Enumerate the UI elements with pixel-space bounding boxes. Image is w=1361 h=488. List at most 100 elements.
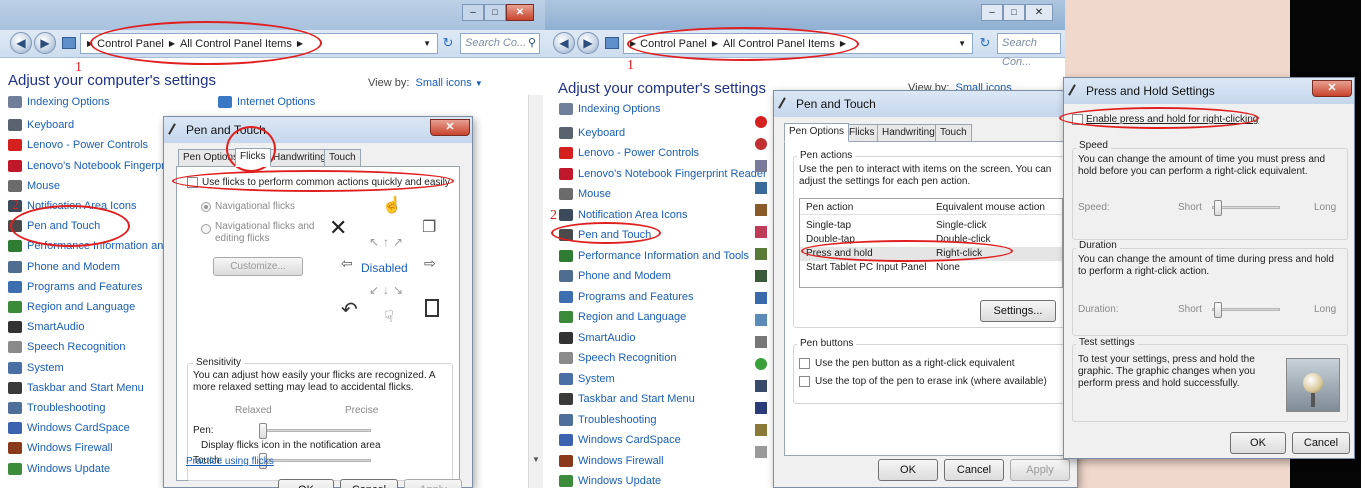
cp-item-programs[interactable]: Programs and Features — [8, 278, 143, 296]
table-row[interactable]: Start Tablet PC Input Panel None — [800, 261, 1062, 275]
close-button[interactable]: ✕ — [1312, 80, 1352, 97]
cp-item-update[interactable]: Windows Update — [559, 472, 661, 488]
cp-item-audio[interactable]: SmartAudio — [559, 329, 635, 347]
tab-handwriting[interactable]: Handwriting — [268, 149, 331, 167]
col-pen-action[interactable]: Pen action — [806, 201, 853, 215]
tab-flicks[interactable]: Flicks — [235, 148, 271, 167]
nav-edit-flicks-radio[interactable] — [201, 224, 211, 234]
cp-item-indexing[interactable]: Indexing Options — [8, 96, 110, 108]
refresh-icon[interactable]: ↻ — [440, 35, 456, 51]
maximize-button[interactable]: □ — [1003, 4, 1025, 21]
cp-item-region[interactable]: Region and Language — [559, 308, 686, 326]
close-button[interactable]: ✕ — [506, 4, 534, 21]
search-input[interactable]: Search Con... — [997, 33, 1061, 68]
cancel-button[interactable]: Cancel — [1292, 432, 1350, 454]
cp-item-audio[interactable]: SmartAudio — [8, 318, 84, 336]
cp-item-firewall[interactable]: Windows Firewall — [559, 452, 664, 470]
duration-slider-thumb[interactable] — [1214, 302, 1222, 318]
cp-item-indexing[interactable]: Indexing Options — [559, 103, 661, 115]
cp-item-region[interactable]: Region and Language — [8, 298, 135, 316]
left-scrollbar[interactable]: ▼ — [528, 95, 543, 488]
dialog-title: Press and Hold Settings — [1064, 78, 1354, 104]
pen-erase-checkbox[interactable] — [799, 376, 810, 387]
dropdown-arrow-icon[interactable]: ▼ — [958, 39, 966, 48]
cp-item-lenovo-power[interactable]: Lenovo - Power Controls — [559, 144, 699, 162]
tab-touch[interactable]: Touch — [935, 124, 972, 142]
back-icon[interactable]: ◀ — [553, 32, 575, 54]
cp-item-cardspace[interactable]: Windows CardSpace — [559, 431, 681, 449]
cp-item-keyboard[interactable]: Keyboard — [559, 124, 625, 142]
touch-sensitivity-slider[interactable] — [259, 459, 371, 462]
cp-item-cardspace[interactable]: Windows CardSpace — [8, 419, 130, 437]
cp-item-system[interactable]: System — [8, 359, 64, 377]
tab-pen-options[interactable]: Pen Options — [784, 123, 850, 142]
close-button[interactable]: ✕ — [1025, 4, 1053, 21]
cancel-button[interactable]: Cancel — [340, 479, 398, 488]
cp-item-lenovo-power[interactable]: Lenovo - Power Controls — [8, 136, 148, 154]
cp-item-taskbar[interactable]: Taskbar and Start Menu — [559, 390, 695, 408]
cp-item-programs[interactable]: Programs and Features — [559, 288, 694, 306]
tab-touch[interactable]: Touch — [324, 149, 361, 167]
taskbar-icon — [559, 393, 573, 405]
forward-icon[interactable]: ▶ — [577, 32, 599, 54]
customize-button[interactable]: Customize... — [213, 257, 303, 276]
cp-item-update[interactable]: Windows Update — [8, 460, 110, 478]
cp-item-performance[interactable]: Performance Information and Tools — [559, 247, 749, 265]
nav-flicks-radio[interactable] — [201, 202, 211, 212]
view-by[interactable]: View by: Small icons ▼ — [368, 77, 483, 89]
close-button[interactable]: ✕ — [430, 119, 470, 136]
forward-icon[interactable]: ▶ — [34, 32, 56, 54]
tab-flicks[interactable]: Flicks — [844, 124, 880, 142]
speed-slider[interactable] — [1212, 206, 1280, 209]
cp-item-speech[interactable]: Speech Recognition — [8, 338, 125, 356]
back-icon[interactable]: ◀ — [10, 32, 32, 54]
cp-item-system[interactable]: System — [559, 370, 615, 388]
cp-item-label: Windows Update — [27, 462, 111, 475]
ok-button[interactable]: OK — [278, 479, 334, 488]
dropdown-arrow-icon[interactable]: ▼ — [423, 39, 431, 48]
practice-flicks-link[interactable]: Practice using flicks — [186, 456, 274, 468]
cp-item-fingerprint[interactable]: Lenovo's Notebook Fingerprint — [8, 157, 176, 175]
scroll-down-icon[interactable]: ▼ — [532, 455, 540, 464]
cp-item-phone[interactable]: Phone and Modem — [8, 258, 120, 276]
ok-button[interactable]: OK — [878, 459, 938, 481]
tab-handwriting[interactable]: Handwriting — [877, 124, 940, 142]
duration-slider[interactable] — [1212, 308, 1280, 311]
test-graphic[interactable] — [1286, 358, 1340, 412]
cp-item-phone[interactable]: Phone and Modem — [559, 267, 671, 285]
cp-item-keyboard[interactable]: Keyboard — [8, 116, 74, 134]
cp-item-troubleshoot[interactable]: Troubleshooting — [8, 399, 105, 417]
cp-item-label: Phone and Modem — [27, 260, 120, 273]
apply-button[interactable]: Apply — [1010, 459, 1070, 481]
cp-item-mouse[interactable]: Mouse — [559, 185, 611, 203]
minimize-button[interactable]: – — [981, 4, 1003, 21]
pen-button-right-click-checkbox[interactable] — [799, 358, 810, 369]
ok-button[interactable]: OK — [1230, 432, 1286, 454]
cp-item-speech[interactable]: Speech Recognition — [559, 349, 676, 367]
settings-button[interactable]: Settings... — [980, 300, 1056, 322]
page-heading: Adjust your computer's settings — [8, 72, 216, 89]
table-row[interactable]: Single-tap Single-click — [800, 219, 1062, 233]
search-input[interactable]: Search Co... ⚲ — [460, 33, 540, 54]
cp-item-label: Troubleshooting — [27, 402, 106, 414]
cp-item-label: Indexing Options — [27, 96, 110, 108]
col-equivalent[interactable]: Equivalent mouse action — [936, 201, 1045, 215]
pen-sensitivity-slider[interactable] — [259, 429, 371, 432]
indexing-icon — [8, 96, 22, 108]
pen-slider-thumb[interactable] — [259, 423, 267, 439]
cp-item-mouse[interactable]: Mouse — [8, 177, 60, 195]
speed-slider-thumb[interactable] — [1214, 200, 1222, 216]
cp-item-firewall[interactable]: Windows Firewall — [8, 439, 113, 457]
cp-item-taskbar[interactable]: Taskbar and Start Menu — [8, 379, 144, 397]
apply-button[interactable]: Apply — [404, 479, 462, 488]
update-icon — [559, 475, 573, 487]
precise-label: Precise — [345, 405, 379, 416]
minimize-button[interactable]: – — [462, 4, 484, 21]
cp-item-fingerprint[interactable]: Lenovo's Notebook Fingerprint Reader — [559, 165, 767, 183]
cp-item-troubleshoot[interactable]: Troubleshooting — [559, 411, 656, 429]
cp-item-notification[interactable]: Notification Area Icons — [559, 206, 687, 224]
maximize-button[interactable]: □ — [484, 4, 506, 21]
cancel-button[interactable]: Cancel — [944, 459, 1004, 481]
internet-options-item[interactable]: Internet Options — [218, 95, 315, 109]
refresh-icon[interactable]: ↻ — [977, 35, 993, 51]
